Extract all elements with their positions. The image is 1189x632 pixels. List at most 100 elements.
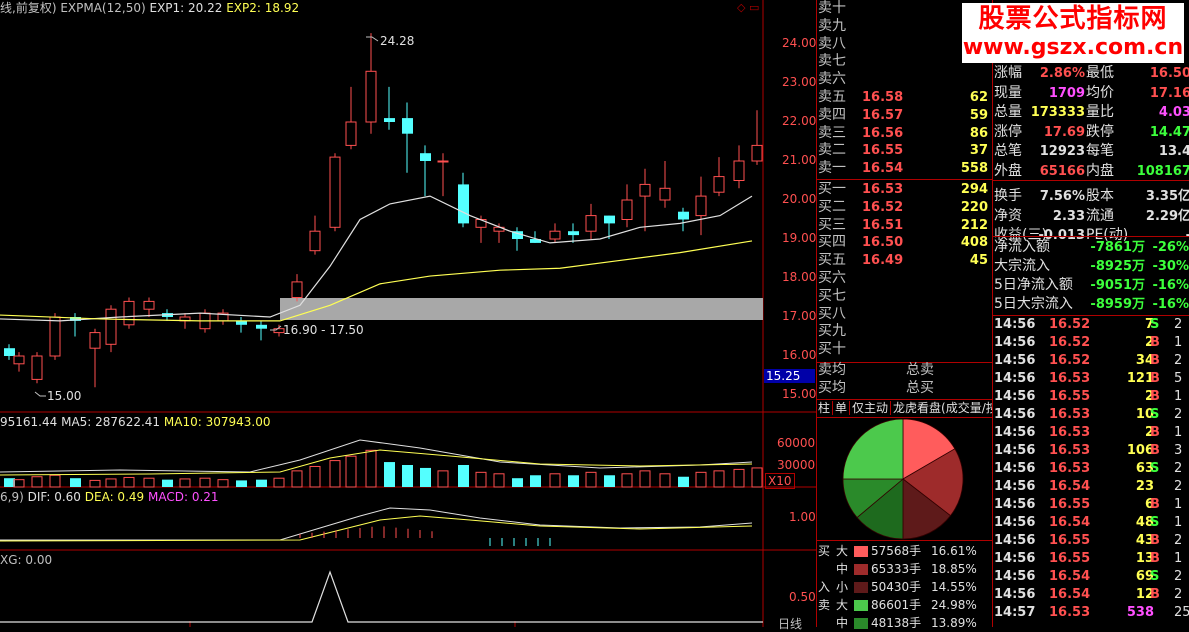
volume-bar-up [659,473,671,488]
candle-body-up [105,308,117,345]
sell-price: 16.56 [862,125,904,141]
macd-prefix: 6,9) [0,490,24,504]
info-row: 总量 173333 量比 4.03 [994,103,1189,122]
tick-row: 14:56 16.55 43 B 2 [994,532,1189,550]
info-row: 外盘 65166 内盘 108167 [994,162,1189,181]
sell-price: 16.58 [862,89,904,105]
buy-row[interactable]: 买五 16.49 45 [818,252,990,270]
tick-count: 25 [1174,605,1189,620]
candle-body-down [4,348,15,356]
buy-row[interactable]: 买一 16.53 294 [818,181,990,199]
tick-row: 14:57 16.53 538 25 [994,604,1189,622]
volume-bar-down [604,475,615,487]
tick-price: 16.53 [1049,425,1091,440]
sell-row[interactable]: 卖二 16.55 37 [818,142,990,160]
buy-rows: 买一 16.53 294 买二 16.52 220 买三 16.51 212 买四 16.50 408… [818,181,990,359]
vol-ma10: MA10: 307943.00 [163,415,271,429]
tab-single[interactable]: 单 [833,401,851,415]
info-label: 现量 [994,84,1022,101]
exp2-value: EXP2: 18.92 [226,1,300,15]
flow-rows: 净流入额 -7861万 -26% 大宗流入 -8925万 -30% 5日净流入额 -9051万… [994,238,1189,314]
info-value: 2.29亿 [1145,208,1189,224]
buy-level-label: 买一 [818,181,846,197]
volume-bar-up [309,465,321,488]
buy-row[interactable]: 买三 16.51 212 [818,217,990,235]
buy-row[interactable]: 买七 [818,288,990,306]
sell-row[interactable]: 卖三 16.56 86 [818,125,990,143]
sell-row[interactable]: 卖五 16.58 62 [818,89,990,107]
sell-level-label: 卖六 [818,71,846,88]
tick-row: 14:56 16.55 2 B 1 [994,388,1189,406]
info-label: 涨停 [994,123,1022,140]
buy-row[interactable]: 买八 [818,306,990,324]
tick-volume: 538 [1126,605,1154,620]
macd-dif: DIF: 0.60 [27,490,81,504]
candle-body-down [256,324,267,329]
price-tick-label: 23.00 [782,75,817,89]
info-row: 换手 7.56% 股本 3.35亿 [994,187,1189,206]
tick-count: 5 [1174,371,1183,386]
info-label: 涨幅 [994,65,1022,81]
buy-row[interactable]: 买十 [818,341,990,359]
info-label: 最低 [1086,65,1114,81]
flow-row: 5日大宗流入 -8959万 -16% [994,295,1189,314]
tab-active-only[interactable]: 仅主动 [850,401,892,415]
candle-body-up [659,187,671,201]
tick-time: 14:56 [994,407,1036,422]
volume-bar-down [420,467,431,487]
volume-bar-up [89,479,101,488]
total-buy-label: 总买 [906,379,934,396]
buy-row[interactable]: 买四 16.50 408 [818,234,990,252]
price-tick-label: 24.00 [782,36,817,50]
pie-legend: 买大 57568手 16.61% 中 65333手 18.85% 入小 50430手 14.55… [818,542,992,632]
tick-row: 14:56 16.54 12 B 2 [994,586,1189,604]
volume-bar-up [549,473,561,488]
buy-level-label: 买七 [818,287,846,304]
legend-pct: 18.85% [931,562,977,576]
info-value: 13.4 [1158,144,1189,159]
price-tick-label: 21.00 [782,153,817,167]
sell-volume: 558 [960,161,988,177]
tick-row: 14:56 16.55 6 B 1 [994,496,1189,514]
candles-layer [4,33,763,388]
sell-row[interactable]: 卖一 16.54 558 [818,160,990,178]
corner-icons[interactable]: ◇ ▭ [737,1,759,14]
xg-label: XG: 0.00 [0,553,53,567]
info-label: 外盘 [994,162,1022,179]
tick-count: 1 [1174,515,1183,530]
tick-price: 16.53 [1049,371,1091,386]
buy-avg-label: 买均 [818,379,846,396]
xg-signal-line [0,570,763,623]
sell-level-label: 卖三 [818,124,846,141]
price-tick-label: 15.00 [782,387,817,401]
tab-dragon-tiger[interactable]: 龙虎看盘(成交量/按 [891,401,992,415]
tick-price: 16.53 [1049,443,1091,458]
capital-flow-pie [842,418,964,540]
buy-price: 16.51 [862,217,904,233]
buy-row[interactable]: 买六 [818,270,990,288]
kline-chart-area[interactable]: 线,前复权) EXPMA(12,50) EXP1: 20.22 EXP2: 18… [0,0,817,631]
tick-price: 16.55 [1049,497,1091,512]
legend-amount: 50430手 [871,580,922,594]
volume-bar-down [568,475,579,487]
buy-row[interactable]: 买九 [818,323,990,341]
flow-label: 大宗流入 [994,258,1050,274]
buy-volume: 220 [960,199,988,215]
volume-bar-up [199,477,211,488]
total-sell-label: 总卖 [906,362,934,378]
buy-price: 16.50 [862,235,904,251]
sell-level-label: 卖八 [818,35,846,52]
volume-bar-up [437,470,449,488]
tab-bar[interactable]: 柱 [816,401,834,415]
tick-row: 14:56 16.53 121 B 5 [994,370,1189,388]
sell-row[interactable]: 卖四 16.57 59 [818,107,990,125]
dif-line [0,507,753,541]
tick-time: 14:56 [994,389,1036,404]
volume-bar-down [458,465,469,487]
buy-row[interactable]: 买二 16.52 220 [818,199,990,217]
sell-row[interactable]: 卖六 [818,71,990,89]
tick-count: 1 [1174,497,1183,512]
kline-svg[interactable] [0,0,816,627]
tick-count: 2 [1174,533,1183,548]
low-leader [34,391,46,397]
